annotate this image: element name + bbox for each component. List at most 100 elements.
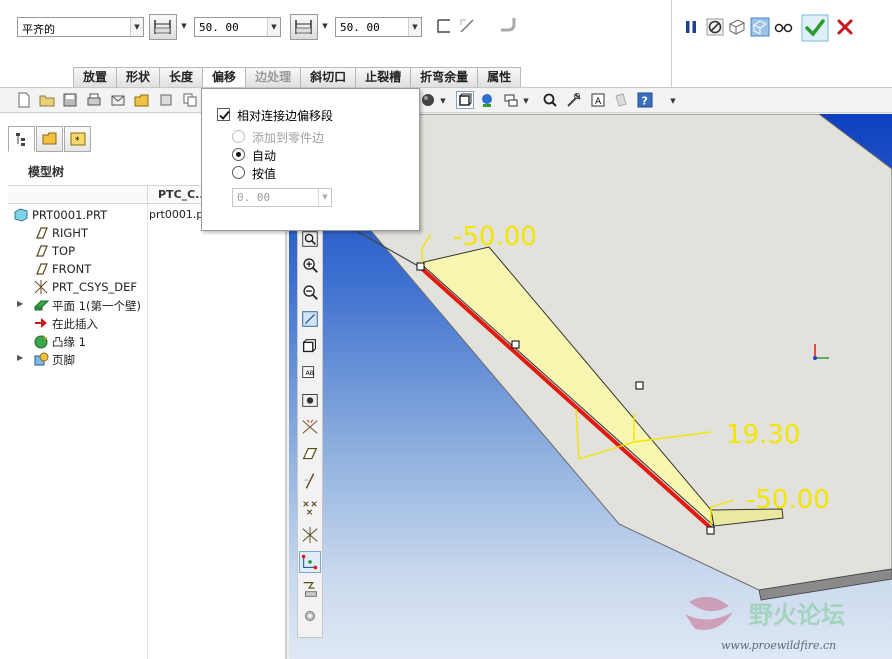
chevron-down-icon[interactable]: ▼ (408, 18, 421, 36)
datum-plane-icon (36, 245, 48, 257)
tree-item-footer[interactable]: ▶ 页脚 (0, 350, 147, 368)
chevron-down-icon[interactable]: ▼ (438, 96, 448, 106)
dimension-width-text[interactable]: 19.30 (726, 420, 800, 450)
new-file-icon[interactable] (16, 92, 32, 108)
tree-item-flange[interactable]: 凸缘 1 (0, 332, 147, 350)
sketch-tool-icon[interactable] (299, 551, 321, 573)
datum-csys-icon[interactable] (299, 416, 321, 438)
tree-item-insert-here[interactable]: 在此插入 (0, 314, 147, 332)
radio-button[interactable] (232, 166, 245, 179)
datum-axis-icon[interactable] (299, 470, 321, 492)
flip-direction-icon[interactable] (459, 18, 475, 34)
flange-type-select[interactable]: 平齐的 ▼ (17, 17, 144, 37)
tab-edge-treatment[interactable]: 边处理 (245, 67, 302, 87)
offset-end2-button[interactable] (290, 14, 318, 40)
radio-button[interactable] (232, 130, 245, 143)
planes-icon[interactable] (613, 92, 629, 108)
analysis-icon[interactable] (299, 578, 321, 600)
tree-item-front[interactable]: FRONT (0, 260, 147, 278)
datum-plane-tool-icon[interactable] (299, 443, 321, 465)
datum-plane-icon (36, 263, 48, 275)
gear-icon[interactable] (299, 605, 321, 627)
tree-item-label: 在此插入 (52, 317, 98, 331)
folder-icon[interactable] (134, 92, 150, 108)
expand-triangle-icon[interactable]: ▶ (17, 353, 23, 362)
folder-browser-tab[interactable] (36, 126, 63, 152)
material-side-icon[interactable] (436, 18, 452, 34)
tree-item-top[interactable]: TOP (0, 242, 147, 260)
cancel-x-icon[interactable] (834, 16, 856, 38)
offset-value-2-field[interactable]: 50. 00 ▼ (335, 17, 422, 37)
offset-value-field[interactable]: 0. 00 ▼ (232, 188, 332, 207)
open-folder-icon[interactable] (39, 92, 55, 108)
expand-triangle-icon[interactable]: ▶ (17, 299, 23, 308)
dimension-top-text[interactable]: -50.00 (453, 222, 537, 252)
chevron-down-icon[interactable]: ▼ (130, 18, 143, 36)
verify-mode-icon[interactable] (749, 16, 771, 38)
tree-item-part[interactable]: PRT0001.PRT (0, 206, 147, 224)
print-icon[interactable] (86, 92, 102, 108)
glasses-preview-icon[interactable] (773, 16, 795, 38)
zoom-out-icon[interactable] (299, 281, 321, 303)
tree-item-label: RIGHT (52, 226, 88, 240)
column-divider (147, 204, 148, 659)
mail-icon[interactable] (110, 92, 126, 108)
datum-csys-tool-icon[interactable] (299, 524, 321, 546)
view-properties-icon[interactable]: AB (299, 362, 321, 384)
tab-relief[interactable]: 止裂槽 (355, 67, 412, 87)
chevron-down-icon[interactable]: ▼ (318, 189, 331, 206)
tab-placement[interactable]: 放置 (73, 67, 118, 87)
bend-radius-icon[interactable] (499, 16, 517, 34)
view-manager-icon[interactable] (503, 92, 519, 108)
shading-sphere-icon[interactable] (420, 92, 436, 108)
pause-icon[interactable] (680, 16, 702, 38)
saved-view-icon[interactable] (479, 92, 495, 108)
regenerate-icon[interactable] (158, 92, 174, 108)
refit-icon[interactable] (299, 308, 321, 330)
offset-end1-button[interactable] (149, 14, 177, 40)
tab-offset[interactable]: 偏移 (202, 67, 247, 87)
tab-shape[interactable]: 形状 (116, 67, 161, 87)
chevron-down-icon[interactable]: ▼ (521, 96, 531, 106)
offset-relative-checkbox[interactable] (217, 108, 230, 121)
chevron-down-icon[interactable]: ▼ (267, 18, 280, 36)
tree-item-right[interactable]: RIGHT (0, 224, 147, 242)
tree-column-name[interactable] (8, 186, 148, 204)
save-icon[interactable] (62, 92, 78, 108)
confirm-checkmark-icon[interactable] (801, 14, 829, 42)
offset-value-1-field[interactable]: 50. 00 ▼ (194, 17, 281, 37)
annotation-icon[interactable]: A (590, 92, 606, 108)
offset-value: 0. 00 (237, 191, 271, 204)
reorient-icon[interactable] (299, 335, 321, 357)
tree-item-wall[interactable]: ▶ 平面 1(第一个壁) (0, 296, 147, 314)
vertical-toolbar: AB (297, 226, 323, 638)
help-icon[interactable]: ? (637, 92, 653, 108)
copy-icon[interactable] (182, 92, 198, 108)
datum-point-icon[interactable] (299, 497, 321, 519)
tools-icon[interactable] (566, 92, 582, 108)
tab-length[interactable]: 长度 (159, 67, 204, 87)
watermark-cn: 野火论坛 (749, 601, 845, 629)
dashboard-action-group (671, 0, 892, 88)
tab-properties[interactable]: 属性 (477, 67, 522, 87)
chevron-down-icon[interactable]: ▼ (320, 21, 330, 31)
favorites-icon: * (70, 132, 86, 146)
zoom-in-icon[interactable] (299, 254, 321, 276)
snapshot-icon[interactable] (299, 389, 321, 411)
dimension-bottom-text[interactable]: -50.00 (746, 485, 830, 515)
chevron-down-icon[interactable]: ▼ (668, 96, 678, 106)
attached-preview-icon[interactable] (726, 16, 748, 38)
zoom-window-icon[interactable] (299, 228, 321, 250)
tree-item-csys[interactable]: PRT_CSYS_DEF (0, 278, 147, 296)
display-style-icon[interactable] (456, 91, 474, 109)
tree-item-label: PRT_CSYS_DEF (52, 280, 138, 294)
model-tree-tab[interactable] (8, 126, 35, 152)
insert-here-icon (35, 318, 47, 328)
chevron-down-icon[interactable]: ▼ (179, 21, 189, 31)
no-preview-icon[interactable] (704, 16, 726, 38)
favorites-tab[interactable]: * (64, 126, 91, 152)
zoom-find-icon[interactable] (542, 92, 558, 108)
tab-bend-allowance[interactable]: 折弯余量 (410, 67, 479, 87)
tab-miter-cut[interactable]: 斜切口 (300, 67, 357, 87)
radio-button[interactable] (232, 148, 245, 161)
